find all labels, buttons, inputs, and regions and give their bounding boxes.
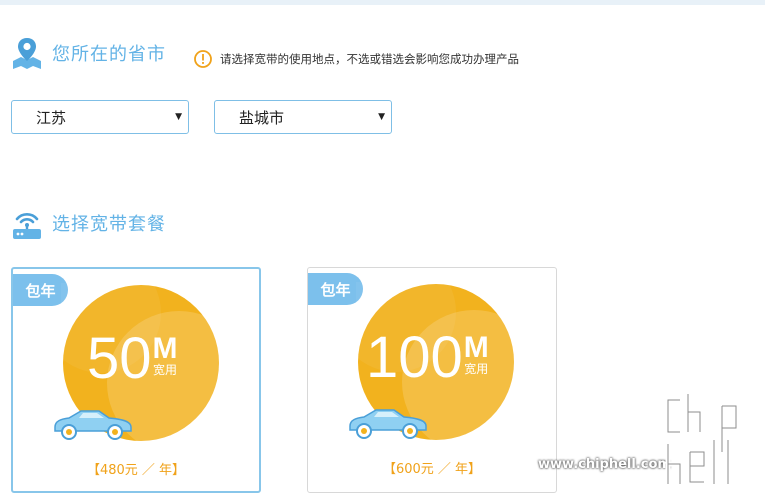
province-section-title: 您所在的省市 bbox=[52, 44, 166, 65]
warning-icon bbox=[194, 50, 212, 68]
notice-text: 请选择宽带的使用地点，不选或错选会影响您成功办理产品 bbox=[220, 52, 519, 66]
watermark-text: www.chiphell.com bbox=[538, 457, 671, 472]
package-price: 【480元 ／ 年】 bbox=[86, 463, 186, 478]
province-section-header: 您所在的省市 bbox=[10, 36, 166, 70]
car-icon bbox=[349, 409, 427, 439]
speed-number: 100 bbox=[366, 325, 463, 390]
map-pin-icon bbox=[10, 36, 44, 70]
package-badge: 包年 bbox=[13, 274, 68, 306]
speed-unit: M bbox=[463, 331, 489, 364]
package-card-50m[interactable]: 包年 50 M 宽用 【480元 ／ 年】 bbox=[11, 267, 261, 493]
package-badge: 包年 bbox=[308, 273, 363, 305]
city-select[interactable]: 盐城市 ▼ bbox=[214, 100, 392, 134]
speed-unit-sub: 宽用 bbox=[153, 363, 178, 377]
speed-label: 100 M 宽用 bbox=[366, 328, 489, 388]
speed-number: 50 bbox=[87, 326, 152, 391]
dropdown-arrow-icon: ▼ bbox=[378, 112, 385, 122]
province-select-value: 江苏 bbox=[36, 108, 67, 127]
package-card-100m[interactable]: 包年 100 M 宽用 【600元 ／ 年】 bbox=[307, 267, 557, 493]
dropdown-arrow-icon: ▼ bbox=[175, 112, 182, 122]
location-notice: 请选择宽带的使用地点，不选或错选会影响您成功办理产品 bbox=[194, 50, 519, 68]
package-section-title: 选择宽带套餐 bbox=[52, 214, 166, 235]
router-icon bbox=[10, 206, 44, 240]
city-select-value: 盐城市 bbox=[239, 108, 285, 127]
chiphell-logo-icon bbox=[665, 392, 739, 487]
province-select[interactable]: 江苏 ▼ bbox=[11, 100, 189, 134]
package-price: 【600元 ／ 年】 bbox=[382, 462, 482, 477]
package-section-header: 选择宽带套餐 bbox=[10, 206, 166, 240]
car-icon bbox=[54, 410, 132, 440]
top-bar bbox=[0, 0, 765, 5]
speed-label: 50 M 宽用 bbox=[87, 329, 178, 389]
speed-unit-sub: 宽用 bbox=[464, 362, 489, 376]
speed-unit: M bbox=[152, 332, 178, 365]
